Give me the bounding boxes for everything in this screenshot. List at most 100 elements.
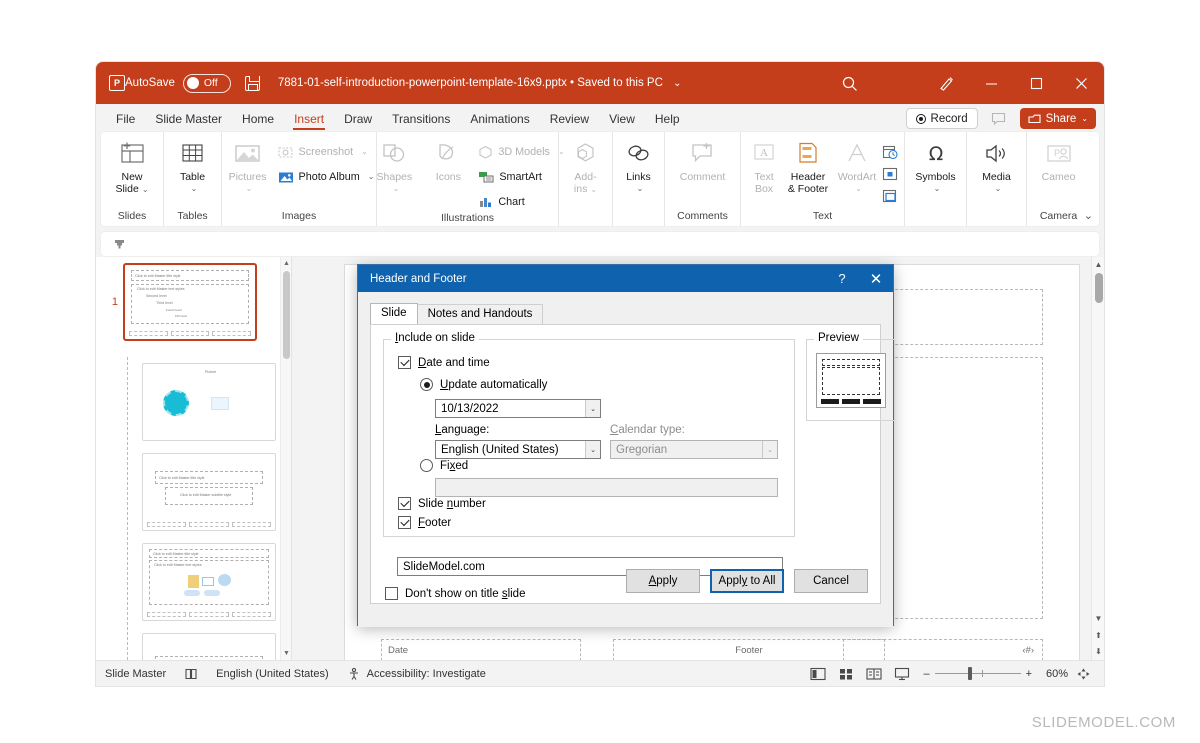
record-button[interactable]: Record <box>906 108 978 129</box>
tab-animations[interactable]: Animations <box>460 108 539 131</box>
pen-icon[interactable] <box>924 62 969 104</box>
tab-help[interactable]: Help <box>645 108 690 131</box>
calendar-type-select[interactable]: Gregorian ⌄ <box>610 440 778 459</box>
previous-slide-icon[interactable]: ⬆ <box>1092 628 1104 643</box>
header-and-footer-dialog[interactable]: Header and Footer ? ✕ Slide Notes and Ha… <box>357 264 894 626</box>
fixed-date-input[interactable] <box>435 478 778 497</box>
tab-view[interactable]: View <box>599 108 645 131</box>
date-time-icon[interactable] <box>880 142 899 161</box>
zoom-knob[interactable] <box>968 667 972 680</box>
slide-number-icon[interactable] <box>880 164 899 183</box>
slide-thumbnail-pane[interactable]: 1 Click to edit Master title style Click… <box>96 257 292 660</box>
chevron-down-icon[interactable]: ⌄ <box>246 183 253 195</box>
date-and-time-checkbox[interactable]: Date and time <box>398 356 490 369</box>
fixed-radio[interactable]: Fixed <box>420 459 468 472</box>
share-button[interactable]: Share ⌄ <box>1020 108 1096 129</box>
zoom-slider[interactable]: – + <box>923 668 1032 680</box>
help-button[interactable]: ? <box>825 265 859 292</box>
chevron-down-icon[interactable]: ⌄ <box>392 183 399 195</box>
tab-draw[interactable]: Draw <box>334 108 382 131</box>
fit-to-window-icon[interactable] <box>1070 664 1096 684</box>
tab-transitions[interactable]: Transitions <box>382 108 460 131</box>
tab-home[interactable]: Home <box>232 108 284 131</box>
dialog-tab-notes-handouts[interactable]: Notes and Handouts <box>417 304 544 324</box>
canvas-date-placeholder[interactable]: Date <box>381 639 581 660</box>
slide-layout-thumbnail-section[interactable]: CLICK TO EDIT MASTER TITLE STYLE <box>142 633 276 660</box>
footer-checkbox[interactable]: Footer <box>398 516 451 529</box>
language-select[interactable]: English (United States) ⌄ <box>435 440 601 459</box>
autosave-toggle[interactable]: Off <box>183 74 231 93</box>
slideshow-icon[interactable] <box>889 664 915 684</box>
save-icon[interactable] <box>245 76 260 91</box>
notes-icon[interactable] <box>175 667 207 681</box>
status-language[interactable]: English (United States) <box>207 668 338 680</box>
normal-view-icon[interactable] <box>805 664 831 684</box>
reading-view-icon[interactable] <box>861 664 887 684</box>
chevron-down-icon[interactable]: ⌄ <box>1081 114 1088 123</box>
links-button[interactable]: Links ⌄ <box>612 136 666 195</box>
scroll-down-icon[interactable]: ▼ <box>281 647 292 660</box>
comment-button[interactable]: Comment <box>668 136 738 183</box>
icons-button[interactable]: Icons <box>421 136 475 183</box>
zoom-out-button[interactable]: – <box>923 668 929 680</box>
update-automatically-radio[interactable]: Update automatically <box>420 378 547 391</box>
search-icon[interactable] <box>840 74 860 94</box>
header-footer-button[interactable]: Header & Footer <box>782 136 834 195</box>
slide-layout-thumbnail-content[interactable]: Click to edit Master title style Click t… <box>142 543 276 621</box>
slide-sorter-icon[interactable] <box>833 664 859 684</box>
chevron-down-icon[interactable]: ⌄ <box>673 78 681 89</box>
zoom-track[interactable] <box>935 668 1021 680</box>
dialog-close-button[interactable]: ✕ <box>859 265 893 292</box>
slide-layout-thumbnail-title[interactable]: Click to edit Master title style Click t… <box>142 453 276 531</box>
slide-number-checkbox[interactable]: Slide number <box>398 497 486 510</box>
wordart-button[interactable]: WordArt ⌄ <box>834 136 880 195</box>
symbols-button[interactable]: Ω Symbols ⌄ <box>909 136 963 195</box>
slide-layout-thumbnail-picture[interactable]: Picture <box>142 363 276 441</box>
maximize-button[interactable] <box>1014 62 1059 104</box>
scrollbar-thumb[interactable] <box>1095 273 1103 303</box>
apply-to-all-button[interactable]: Apply to All <box>710 569 784 593</box>
zoom-in-button[interactable]: + <box>1026 668 1032 680</box>
cancel-button[interactable]: Cancel <box>794 569 868 593</box>
tab-file[interactable]: File <box>106 108 145 131</box>
tab-slide-master[interactable]: Slide Master <box>145 108 232 131</box>
date-format-select[interactable]: 10/13/2022 ⌄ <box>435 399 601 418</box>
slide-master-thumbnail[interactable]: Click to edit Master title style Click t… <box>123 263 257 341</box>
scroll-up-icon[interactable]: ▲ <box>281 257 292 270</box>
scroll-up-icon[interactable]: ▲ <box>1092 257 1104 272</box>
shapes-button[interactable]: Shapes ⌄ <box>367 136 421 195</box>
chevron-down-icon[interactable]: ⌄ <box>637 183 644 195</box>
pictures-button[interactable]: Pictures ⌄ <box>221 136 275 195</box>
new-slide-button[interactable]: New Slide⌄ <box>105 136 159 196</box>
minimize-button[interactable] <box>969 62 1014 104</box>
scroll-down-icon[interactable]: ▼ <box>1092 611 1104 626</box>
slide-vertical-scrollbar[interactable]: ▲ ▼ ⬆ ⬇ <box>1091 257 1104 660</box>
close-button[interactable] <box>1059 62 1104 104</box>
table-button[interactable]: Table ⌄ <box>166 136 220 195</box>
ribbon-collapse-button[interactable]: ⌄ <box>1084 209 1093 222</box>
thumbnail-scrollbar[interactable]: ▲ ▼ <box>280 257 291 660</box>
tab-insert[interactable]: Insert <box>284 108 334 131</box>
chevron-down-icon[interactable]: ⌄ <box>191 183 198 195</box>
comment-icon[interactable] <box>986 108 1012 129</box>
zoom-level[interactable]: 60% <box>1040 668 1068 680</box>
add-ins-button[interactable]: Add- ins⌄ <box>559 136 613 196</box>
media-button[interactable]: Media ⌄ <box>970 136 1024 195</box>
apply-button[interactable]: Apply <box>626 569 700 593</box>
object-icon[interactable] <box>880 186 899 205</box>
status-accessibility[interactable]: Accessibility: Investigate <box>338 667 495 681</box>
chevron-down-icon[interactable]: ⌄ <box>934 183 941 195</box>
dont-show-on-title-slide-checkbox[interactable]: Don't show on title slide <box>385 587 525 600</box>
chevron-down-icon[interactable]: ⌄ <box>762 441 777 458</box>
next-slide-icon[interactable]: ⬇ <box>1092 644 1104 659</box>
chevron-down-icon[interactable]: ⌄ <box>855 183 862 195</box>
tab-review[interactable]: Review <box>540 108 599 131</box>
chevron-down-icon[interactable]: ⌄ <box>995 183 1002 195</box>
chevron-down-icon[interactable]: ⌄ <box>585 400 600 417</box>
format-painter-icon[interactable] <box>113 238 126 251</box>
text-box-button[interactable]: A Text Box <box>746 136 782 195</box>
cameo-button[interactable]: P Cameo <box>1032 136 1086 183</box>
dialog-tab-slide[interactable]: Slide <box>370 303 418 324</box>
chevron-down-icon[interactable]: ⌄ <box>585 441 600 458</box>
canvas-slide-number-placeholder[interactable]: ‹#› <box>843 639 1043 660</box>
